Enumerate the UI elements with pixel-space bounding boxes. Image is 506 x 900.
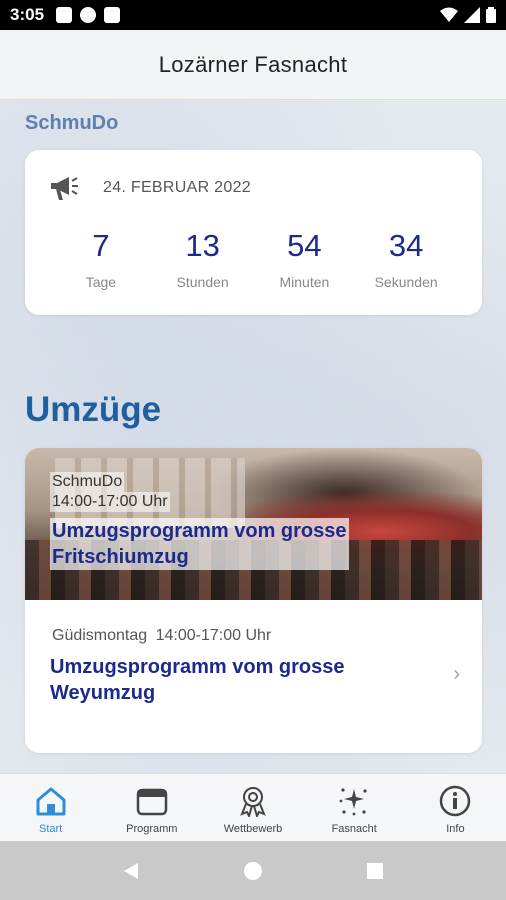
app-bar: Lozärner Fasnacht — [0, 30, 506, 100]
back-icon[interactable] — [121, 861, 141, 881]
countdown-label: Stunden — [176, 274, 229, 290]
home-circle-icon[interactable] — [243, 861, 263, 881]
megaphone-icon — [51, 177, 78, 200]
parade-title: Umzugsprogramm vom grosse Fritschiumzug — [50, 518, 349, 570]
countdown-card: 24. FEBRUAR 2022 7 Tage 13 Stunden 54 Mi… — [25, 150, 482, 315]
parade-time: 14:00-17:00 Uhr — [155, 627, 272, 644]
countdown-days: 7 Tage — [56, 228, 146, 290]
home-icon — [34, 784, 68, 818]
countdown-value: 7 — [92, 228, 110, 263]
info-icon — [438, 784, 472, 818]
countdown-value: 13 — [185, 228, 220, 263]
countdown-value: 34 — [388, 228, 424, 263]
nav-fasnacht[interactable]: Fasnacht — [304, 774, 405, 841]
main-content[interactable]: SchmuDo 24. FEBRUAR 2022 7 Tage 13 Stund… — [0, 100, 506, 773]
recents-icon[interactable] — [365, 861, 385, 881]
nav-programm[interactable]: Programm — [101, 774, 202, 841]
nav-label: Start — [38, 823, 63, 835]
countdown-label: Tage — [85, 274, 117, 290]
sd-card-icon — [104, 7, 121, 23]
battery-icon — [486, 7, 496, 23]
chevron-right-icon[interactable]: › — [453, 663, 460, 686]
app-title: Lozärner Fasnacht — [158, 51, 348, 77]
status-bar: 3:05 — [0, 0, 506, 30]
parade-day: SchmuDo — [50, 472, 125, 492]
nav-start[interactable]: Start — [0, 774, 101, 841]
parade-time: 14:00-17:00 Uhr — [50, 492, 170, 512]
nav-info[interactable]: Info — [405, 774, 506, 841]
bottom-navigation: Start Programm Wettbewerb Fasnacht Info — [0, 773, 506, 841]
parade-title: Umzugsprogramm vom grosse Weyumzug — [50, 656, 345, 704]
countdown-seconds: 34 Sekunden — [361, 228, 451, 290]
wifi-icon — [440, 7, 458, 22]
nav-label: Info — [446, 823, 465, 835]
notification-a-icon — [56, 7, 73, 23]
parades-heading: Umzüge — [25, 390, 162, 429]
nav-label: Programm — [126, 823, 178, 835]
countdown-date: 24. FEBRUAR 2022 — [103, 179, 251, 196]
parade-item-weyumzug[interactable]: Güdismontag 14:00-17:00 Uhr Umzugsprogra… — [50, 626, 345, 706]
calendar-icon — [135, 784, 169, 818]
status-time: 3:05 — [10, 5, 45, 24]
parade-day: Güdismontag — [52, 627, 148, 644]
nav-label: Wettbewerb — [223, 823, 283, 835]
nav-label: Fasnacht — [331, 823, 377, 835]
award-icon — [236, 784, 270, 818]
countdown-minutes: 54 Minuten — [259, 228, 349, 290]
system-navigation — [0, 841, 506, 900]
sparkle-icon — [337, 784, 371, 818]
countdown-section-label: SchmuDo — [25, 112, 119, 134]
signal-icon — [464, 7, 480, 23]
countdown-hours: 13 Stunden — [158, 228, 248, 290]
parade-item-fritschiumzug[interactable]: SchmuDo 14:00-17:00 Uhr Umzugsprogramm v… — [50, 472, 349, 570]
countdown-value: 54 — [287, 228, 322, 263]
notification-f-icon — [80, 7, 97, 23]
countdown-label: Minuten — [279, 274, 330, 290]
parades-card: SchmuDo 14:00-17:00 Uhr Umzugsprogramm v… — [25, 448, 482, 753]
nav-wettbewerb[interactable]: Wettbewerb — [202, 774, 303, 841]
countdown-label: Sekunden — [374, 274, 438, 290]
